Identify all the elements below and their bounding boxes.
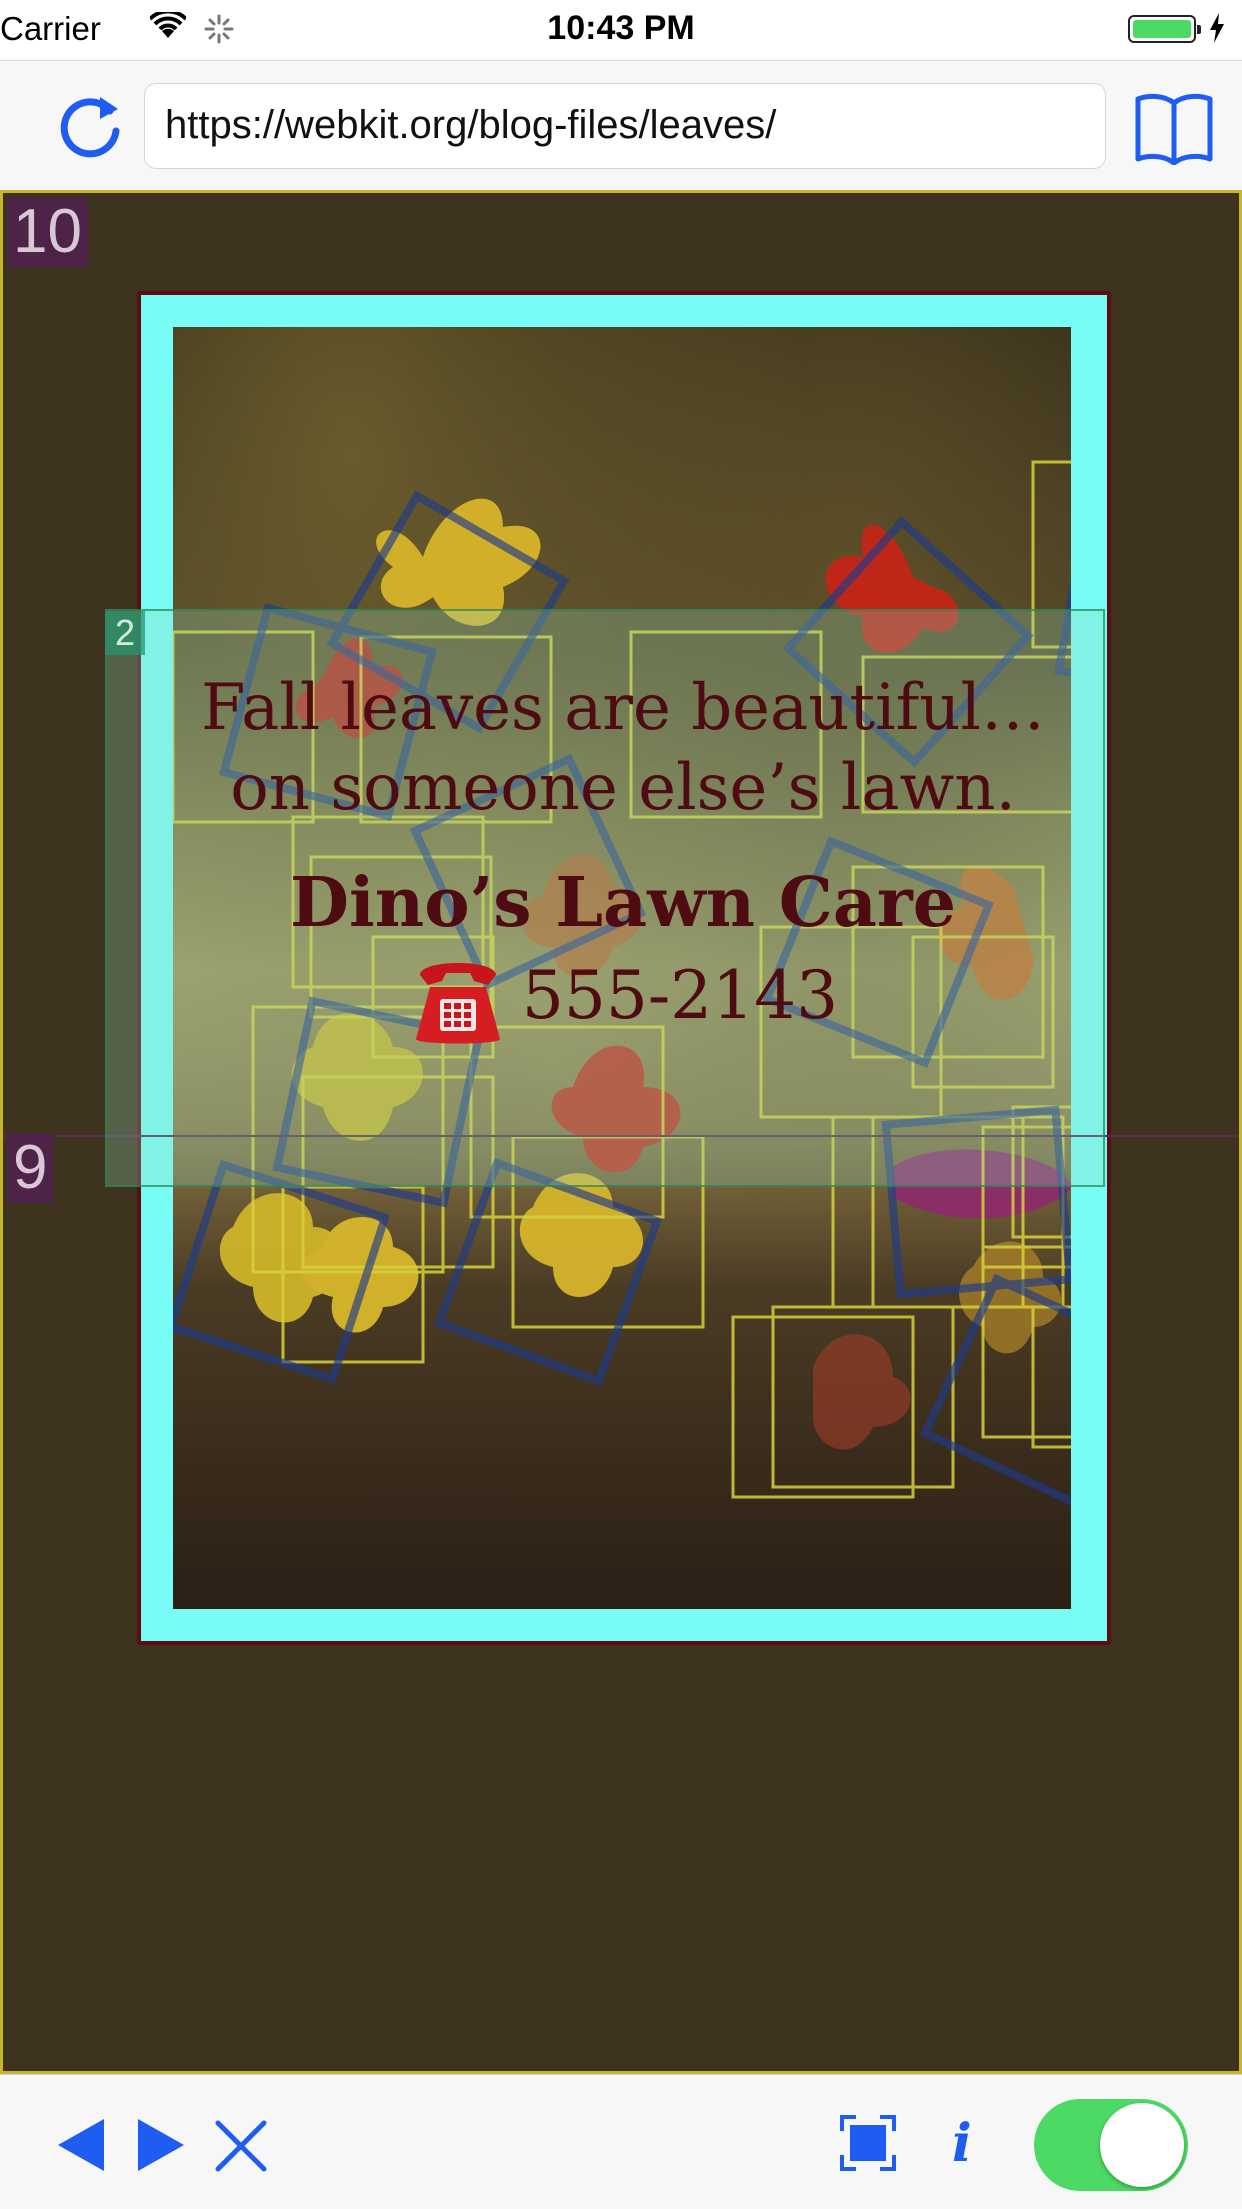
poster-headline-line2: on someone else’s lawn. xyxy=(230,751,1016,825)
address-field[interactable]: https://webkit.org/blog-files/leaves/ xyxy=(144,83,1106,169)
back-arrow-icon[interactable] xyxy=(56,2117,106,2173)
status-time: 10:43 PM xyxy=(547,9,695,47)
layer-badge: 9 xyxy=(7,1133,54,1203)
poster-headline-line1: Fall leaves are beautiful… xyxy=(201,671,1045,745)
bookmarks-book-icon[interactable] xyxy=(1134,89,1214,165)
battery-icon xyxy=(1128,15,1201,43)
url-bar: https://webkit.org/blog-files/leaves/ xyxy=(0,60,1242,191)
reload-icon[interactable] xyxy=(52,89,128,165)
phone-number: 555-2143 xyxy=(521,957,839,1034)
web-content[interactable]: 10 9 2 Fall leaves are beautiful… on som… xyxy=(0,190,1242,2074)
layer-badge: 10 xyxy=(7,197,88,267)
bottom-toolbar: i xyxy=(0,2074,1242,2209)
layer-badge: 2 xyxy=(105,611,145,655)
info-icon[interactable]: i xyxy=(952,2113,972,2174)
status-bar: Carrier 10:43 PM xyxy=(0,0,1242,60)
phone-row: 555-2143 xyxy=(135,953,1111,1049)
toggle-switch[interactable] xyxy=(1034,2099,1188,2191)
charging-bolt-icon xyxy=(1210,13,1224,43)
telephone-icon xyxy=(415,963,500,1044)
url-text[interactable]: https://webkit.org/blog-files/leaves/ xyxy=(165,103,776,148)
stop-x-icon[interactable] xyxy=(214,2119,268,2173)
toggle-knob xyxy=(1100,2103,1184,2187)
fit-screen-icon[interactable] xyxy=(840,2115,896,2171)
forward-arrow-icon[interactable] xyxy=(136,2117,186,2173)
business-name: Dino’s Lawn Care xyxy=(289,863,957,943)
